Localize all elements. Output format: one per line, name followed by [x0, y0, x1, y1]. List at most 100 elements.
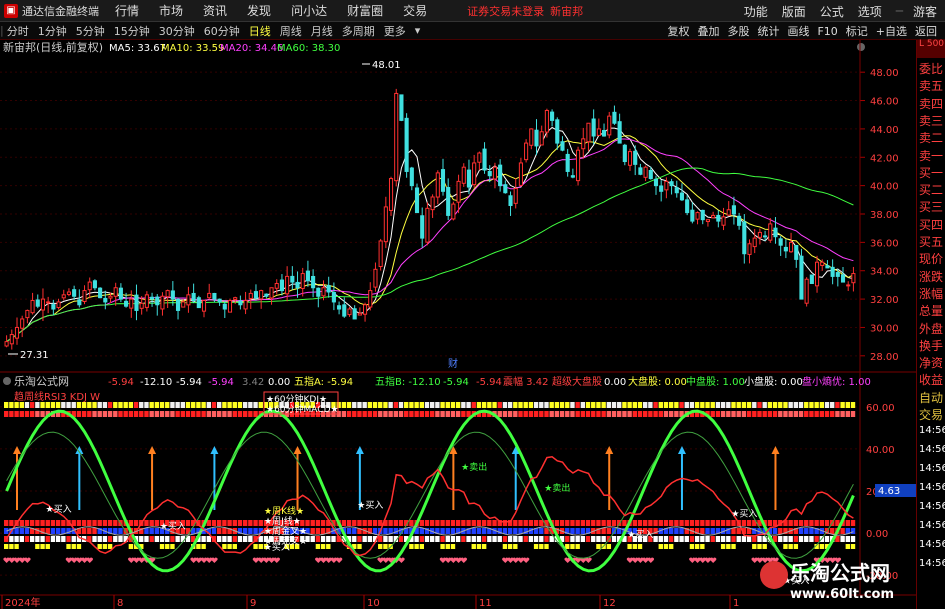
sidepanel-row[interactable]: 卖三 — [919, 112, 945, 129]
sidepanel-row[interactable]: 现价 — [919, 250, 945, 267]
tool-tongji[interactable]: 统计 — [757, 23, 779, 39]
period-60min[interactable]: 60分钟 — [204, 23, 240, 39]
band-red-lower — [227, 520, 232, 526]
menu-banmian[interactable]: 版面 — [782, 3, 806, 20]
menu-gongshi[interactable]: 公式 — [820, 3, 844, 20]
sidepanel-row[interactable]: 卖一 — [919, 147, 945, 164]
cai-marker[interactable]: 财 — [448, 357, 458, 370]
candle — [685, 199, 690, 214]
more-dropdown-icon[interactable]: ▾ — [415, 24, 421, 37]
sidepanel-row[interactable]: 买二 — [919, 181, 945, 198]
sidepanel-row[interactable]: 外盘 — [919, 320, 945, 337]
chart-canvas[interactable]: 新宙邦(日线,前复权) MA5: 33.67 MA10: 33.59 MA20:… — [0, 40, 916, 609]
sidepanel-row[interactable]: 净资 — [919, 354, 945, 371]
menu-wenxiaoda[interactable]: 问小达 — [291, 2, 327, 19]
tool-huaxian[interactable]: 画线 — [787, 23, 809, 39]
band-yellow-white — [819, 402, 825, 408]
band-red-lower — [50, 520, 56, 526]
band-red — [87, 411, 92, 417]
menu-faxian[interactable]: 发现 — [247, 2, 271, 19]
menu-caifuquan[interactable]: 财富圈 — [347, 2, 383, 19]
period-15min[interactable]: 15分钟 — [114, 23, 150, 39]
sidepanel-row[interactable]: 买三 — [919, 198, 945, 215]
sidepanel-row[interactable]: 买五 — [919, 233, 945, 250]
sidepanel-row[interactable]: 涨跌 — [919, 268, 945, 285]
band-white — [175, 536, 180, 542]
band-yellow-white — [367, 402, 373, 408]
period-weekly[interactable]: 周线 — [280, 23, 302, 39]
period-fenshi[interactable]: 分时 — [7, 23, 29, 39]
candle — [711, 214, 716, 219]
tool-diejia[interactable]: 叠加 — [697, 23, 719, 39]
tool-biaoji[interactable]: 标记 — [846, 23, 868, 39]
tool-zixuan[interactable]: +自选 — [876, 23, 907, 39]
menu-shichang[interactable]: 市场 — [159, 2, 183, 19]
band-yellow-white — [668, 402, 674, 408]
period-more[interactable]: 更多 — [384, 23, 406, 39]
band-white — [565, 536, 570, 542]
band-yellow-lower — [481, 544, 487, 549]
band-yellow-white — [497, 402, 502, 408]
menu-gongneng[interactable]: 功能 — [744, 3, 768, 20]
candle — [394, 92, 399, 182]
candle — [446, 187, 451, 216]
menu-hangqing[interactable]: 行情 — [115, 2, 139, 19]
candle — [212, 292, 217, 300]
sidepanel-row[interactable]: 卖二 — [919, 129, 945, 146]
band-white — [668, 536, 674, 542]
sidepanel-row[interactable]: 买一 — [919, 164, 945, 181]
sidepanel-row[interactable]: 涨幅 — [919, 285, 945, 302]
sidepanel-row[interactable]: 总量 — [919, 302, 945, 319]
period-daily[interactable]: 日线 — [249, 23, 271, 39]
candle — [633, 150, 638, 165]
band-red — [40, 411, 45, 417]
tool-fuquan[interactable]: 复权 — [667, 23, 689, 39]
guest-label[interactable]: 游客 — [913, 3, 937, 20]
band-red-lower — [788, 520, 793, 526]
menu-zixun[interactable]: 资讯 — [203, 2, 227, 19]
sidepanel-row[interactable]: 收益 — [919, 371, 945, 388]
sidepanel-row[interactable]: 换手 — [919, 337, 945, 354]
sidepanel-row[interactable]: 交易 — [919, 406, 945, 423]
sidepanel-row[interactable]: 自动 — [919, 389, 945, 406]
sub-settings-icon[interactable] — [3, 377, 11, 385]
sidepanel-row[interactable]: 委比 — [919, 60, 945, 77]
band-red — [580, 411, 586, 417]
band-yellow-white — [461, 402, 466, 408]
period-multi[interactable]: 多周期 — [342, 23, 375, 39]
sidepanel-row[interactable]: 卖五 — [919, 77, 945, 94]
band-red-lower — [643, 520, 648, 526]
period-monthly[interactable]: 月线 — [311, 23, 333, 39]
x-tick-label: 11 — [479, 598, 492, 609]
login-warning[interactable]: 证券交易未登录 — [467, 3, 544, 19]
candle — [77, 299, 82, 306]
sidepanel-row[interactable]: 买四 — [919, 216, 945, 233]
band-red-lower — [746, 520, 752, 526]
period-1min[interactable]: 1分钟 — [38, 23, 67, 39]
menu-xuanxiang[interactable]: 选项 — [858, 3, 882, 20]
sidepanel-row[interactable]: 卖四 — [919, 95, 945, 112]
sell-signal: ★卖出 — [544, 482, 570, 494]
minimize-icon[interactable]: ─ — [896, 4, 903, 18]
header-close-icon[interactable] — [857, 43, 865, 51]
period-30min[interactable]: 30分钟 — [159, 23, 195, 39]
candle — [508, 195, 513, 206]
band-red-lower — [346, 520, 352, 526]
watermark: 乐淘公式网 www.60lt.com — [760, 555, 916, 609]
band-red-lower — [4, 520, 9, 526]
band-red-lower — [632, 520, 638, 526]
band-white — [502, 536, 508, 542]
tool-f10[interactable]: F10 — [817, 25, 837, 38]
menu-jiaoyi[interactable]: 交易 — [403, 2, 427, 19]
band-red-lower — [731, 520, 736, 526]
band-white — [232, 536, 237, 542]
tool-duogu[interactable]: 多股 — [727, 23, 749, 39]
band-red-lower — [107, 520, 113, 526]
band-white — [689, 536, 695, 542]
band-white — [50, 536, 56, 542]
band-yellow-white — [154, 402, 160, 408]
tool-fanhui[interactable]: 返回 — [915, 23, 937, 39]
band-yellow-white — [159, 402, 165, 408]
period-5min[interactable]: 5分钟 — [76, 23, 105, 39]
band-yellow-lower — [35, 544, 40, 549]
